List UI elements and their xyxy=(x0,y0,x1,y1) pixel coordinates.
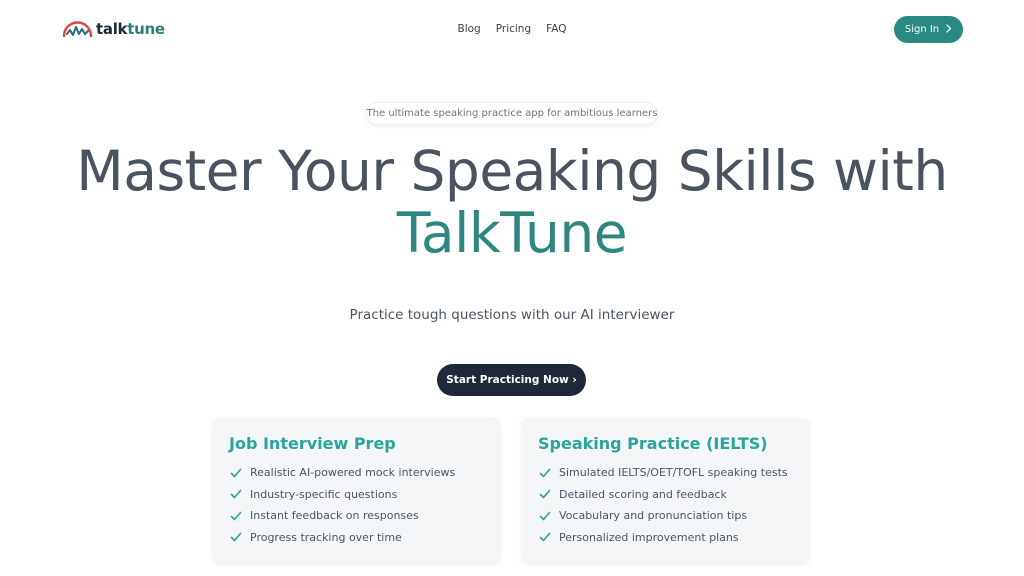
hero-title-line1: Master Your Speaking Skills with xyxy=(76,139,948,203)
start-practicing-button[interactable]: Start Practicing Now › xyxy=(437,364,586,396)
check-icon xyxy=(230,489,242,499)
chevron-right-icon xyxy=(946,24,952,35)
list-item: Vocabulary and pronunciation tips xyxy=(538,505,809,527)
navbar: talktune Blog Pricing FAQ Sign In xyxy=(0,0,1024,58)
check-icon xyxy=(230,511,242,521)
hero-subtitle: Practice tough questions with our AI int… xyxy=(349,307,675,323)
check-icon xyxy=(539,532,551,542)
nav-link-faq[interactable]: FAQ xyxy=(546,22,566,36)
feature-text: Realistic AI-powered mock interviews xyxy=(250,466,456,480)
feature-text: Industry-specific questions xyxy=(250,487,398,501)
feature-text: Instant feedback on responses xyxy=(250,509,419,523)
feature-list: Realistic AI-powered mock interviews Ind… xyxy=(229,462,500,548)
sign-in-label: Sign In xyxy=(904,24,940,35)
list-item: Personalized improvement plans xyxy=(538,527,809,549)
check-icon xyxy=(230,532,242,542)
card-job-interview: Job Interview Prep Realistic AI-powered … xyxy=(213,418,500,562)
hero-title-brand: TalkTune xyxy=(396,201,628,265)
nav-links: Blog Pricing FAQ xyxy=(0,22,1024,36)
list-item: Progress tracking over time xyxy=(229,527,500,549)
list-item: Industry-specific questions xyxy=(229,484,500,506)
sign-in-button[interactable]: Sign In xyxy=(894,16,963,43)
feature-text: Detailed scoring and feedback xyxy=(559,487,727,501)
hero-title: Master Your Speaking Skills with TalkTun… xyxy=(0,140,1024,264)
check-icon xyxy=(539,511,551,521)
feature-text: Simulated IELTS/OET/TOFL speaking tests xyxy=(559,466,788,480)
check-icon xyxy=(539,489,551,499)
tagline-badge: The ultimate speaking practice app for a… xyxy=(366,102,658,125)
feature-text: Personalized improvement plans xyxy=(559,530,739,544)
nav-link-blog[interactable]: Blog xyxy=(458,22,481,36)
feature-list: Simulated IELTS/OET/TOFL speaking tests … xyxy=(538,462,809,548)
list-item: Realistic AI-powered mock interviews xyxy=(229,462,500,484)
list-item: Simulated IELTS/OET/TOFL speaking tests xyxy=(538,462,809,484)
nav-link-pricing[interactable]: Pricing xyxy=(496,22,531,36)
card-title: Job Interview Prep xyxy=(229,434,396,453)
card-speaking-practice: Speaking Practice (IELTS) Simulated IELT… xyxy=(522,418,809,562)
feature-text: Progress tracking over time xyxy=(250,530,402,544)
check-icon xyxy=(539,468,551,478)
feature-text: Vocabulary and pronunciation tips xyxy=(559,509,748,523)
check-icon xyxy=(230,468,242,478)
card-title: Speaking Practice (IELTS) xyxy=(538,434,768,453)
list-item: Instant feedback on responses xyxy=(229,505,500,527)
list-item: Detailed scoring and feedback xyxy=(538,484,809,506)
